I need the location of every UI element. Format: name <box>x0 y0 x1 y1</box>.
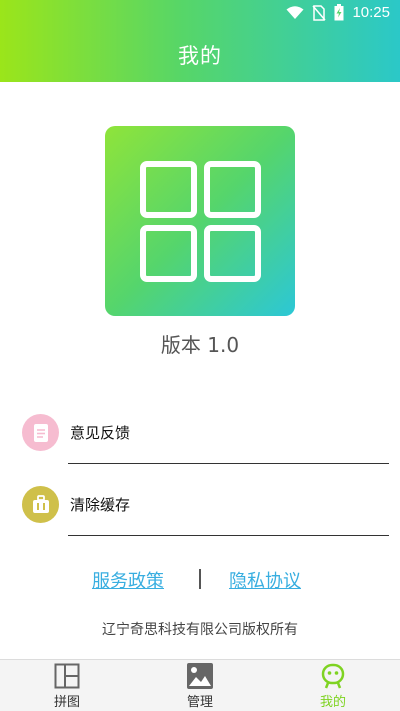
menu-label-clear-cache: 清除缓存 <box>70 496 131 514</box>
grid-logo-icon <box>140 161 261 282</box>
nav-item-puzzle[interactable]: 拼图 <box>17 660 117 711</box>
menu-item-clear-cache[interactable]: 清除缓存 <box>22 482 389 538</box>
no-sim-icon <box>312 4 327 21</box>
battery-charging-icon <box>334 4 344 21</box>
nav-item-mine[interactable]: 我的 <box>283 660 383 711</box>
feedback-icon <box>22 414 59 451</box>
privacy-agreement-link[interactable]: 隐私协议 <box>229 567 301 593</box>
app-logo <box>105 126 295 316</box>
profile-face-icon <box>321 663 345 689</box>
page-title: 我的 <box>178 44 222 68</box>
bottom-nav: 拼图 管理 我的 <box>0 659 400 711</box>
wifi-icon <box>286 5 304 19</box>
status-bar: 10:25 <box>0 0 400 28</box>
clear-cache-icon <box>22 486 59 523</box>
image-icon <box>187 663 213 689</box>
puzzle-grid-icon <box>54 663 80 689</box>
divider <box>68 535 389 536</box>
nav-item-manage[interactable]: 管理 <box>150 660 250 711</box>
divider <box>68 463 389 464</box>
nav-label-mine: 我的 <box>319 695 346 710</box>
policy-links: 服务政策 隐私协议 <box>0 567 400 593</box>
status-time: 10:25 <box>352 4 390 21</box>
nav-label-puzzle: 拼图 <box>53 695 80 710</box>
status-icons: 10:25 <box>286 4 390 21</box>
nav-label-manage: 管理 <box>186 695 213 710</box>
service-policy-link[interactable]: 服务政策 <box>92 567 164 593</box>
copyright-text: 辽宁奇思科技有限公司版权所有 <box>102 622 298 638</box>
menu-item-feedback[interactable]: 意见反馈 <box>22 410 389 466</box>
menu-label-feedback: 意见反馈 <box>70 424 131 442</box>
version-label: 版本 1.0 <box>160 333 240 357</box>
link-separator <box>199 569 201 589</box>
app-header: 10:25 我的 <box>0 0 400 82</box>
